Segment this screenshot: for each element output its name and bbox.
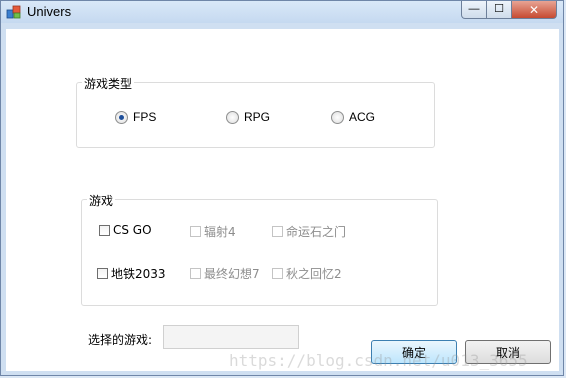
checkbox-steins-gate-box[interactable]: [272, 226, 283, 237]
app-icon: [6, 5, 21, 19]
maximize-icon: ☐: [494, 3, 504, 15]
checkbox-ff7[interactable]: 最终幻想7: [190, 265, 260, 282]
checkbox-steins-gate-label: 命运石之门: [286, 225, 347, 239]
checkbox-memories-off2[interactable]: 秋之回忆2: [272, 265, 342, 282]
checkbox-csgo-label: CS GO: [113, 223, 152, 237]
radio-acg-indicator[interactable]: [331, 110, 344, 124]
radio-rpg-label: RPG: [244, 110, 271, 124]
window-title: Univers: [27, 4, 72, 19]
checkbox-ff7-box[interactable]: [190, 268, 201, 279]
checkbox-csgo[interactable]: CS GO: [99, 223, 152, 237]
checkbox-steins-gate[interactable]: 命运石之门: [272, 223, 346, 240]
cancel-button[interactable]: 取消: [465, 340, 551, 364]
ok-button[interactable]: 确定: [371, 340, 457, 364]
checkbox-fallout4-box[interactable]: [190, 226, 201, 237]
close-icon: ✕: [528, 2, 540, 17]
checkbox-ff7-label: 最终幻想7: [204, 267, 260, 281]
title-bar[interactable]: Univers — ☐ ✕: [1, 1, 563, 23]
radio-acg[interactable]: ACG: [331, 110, 375, 124]
games-group-label: 游戏: [87, 192, 116, 209]
client-area: 游戏类型 FPS RPG ACG 游戏 CS GO 辐射4 命运石之门 地铁20…: [6, 29, 559, 371]
radio-rpg-indicator[interactable]: [226, 110, 239, 124]
selected-game-field[interactable]: [163, 325, 299, 349]
checkbox-memories-off2-box[interactable]: [272, 268, 283, 279]
radio-rpg[interactable]: RPG: [226, 110, 270, 124]
minimize-button[interactable]: —: [461, 1, 487, 19]
checkbox-metro2033[interactable]: 地铁2033: [97, 265, 166, 282]
games-group: 游戏: [81, 192, 438, 306]
checkbox-metro2033-label: 地铁2033: [111, 267, 166, 281]
selected-game-label: 选择的游戏:: [88, 333, 153, 347]
maximize-button[interactable]: ☐: [487, 1, 512, 19]
radio-fps-label: FPS: [133, 110, 157, 124]
checkbox-fallout4-label: 辐射4: [204, 225, 236, 239]
minimize-icon: —: [468, 3, 480, 15]
checkbox-csgo-box[interactable]: [99, 224, 110, 236]
game-type-group-label: 游戏类型: [82, 75, 135, 92]
radio-acg-label: ACG: [349, 110, 376, 124]
checkbox-fallout4[interactable]: 辐射4: [190, 223, 236, 240]
radio-fps-indicator[interactable]: [115, 110, 128, 124]
main-window: Univers — ☐ ✕ 游戏类型 FPS RPG ACG 游戏 CS GO …: [0, 0, 564, 376]
radio-fps[interactable]: FPS: [115, 110, 156, 124]
close-button[interactable]: ✕: [512, 1, 557, 19]
checkbox-metro2033-box[interactable]: [97, 268, 108, 279]
checkbox-memories-off2-label: 秋之回忆2: [286, 267, 342, 281]
